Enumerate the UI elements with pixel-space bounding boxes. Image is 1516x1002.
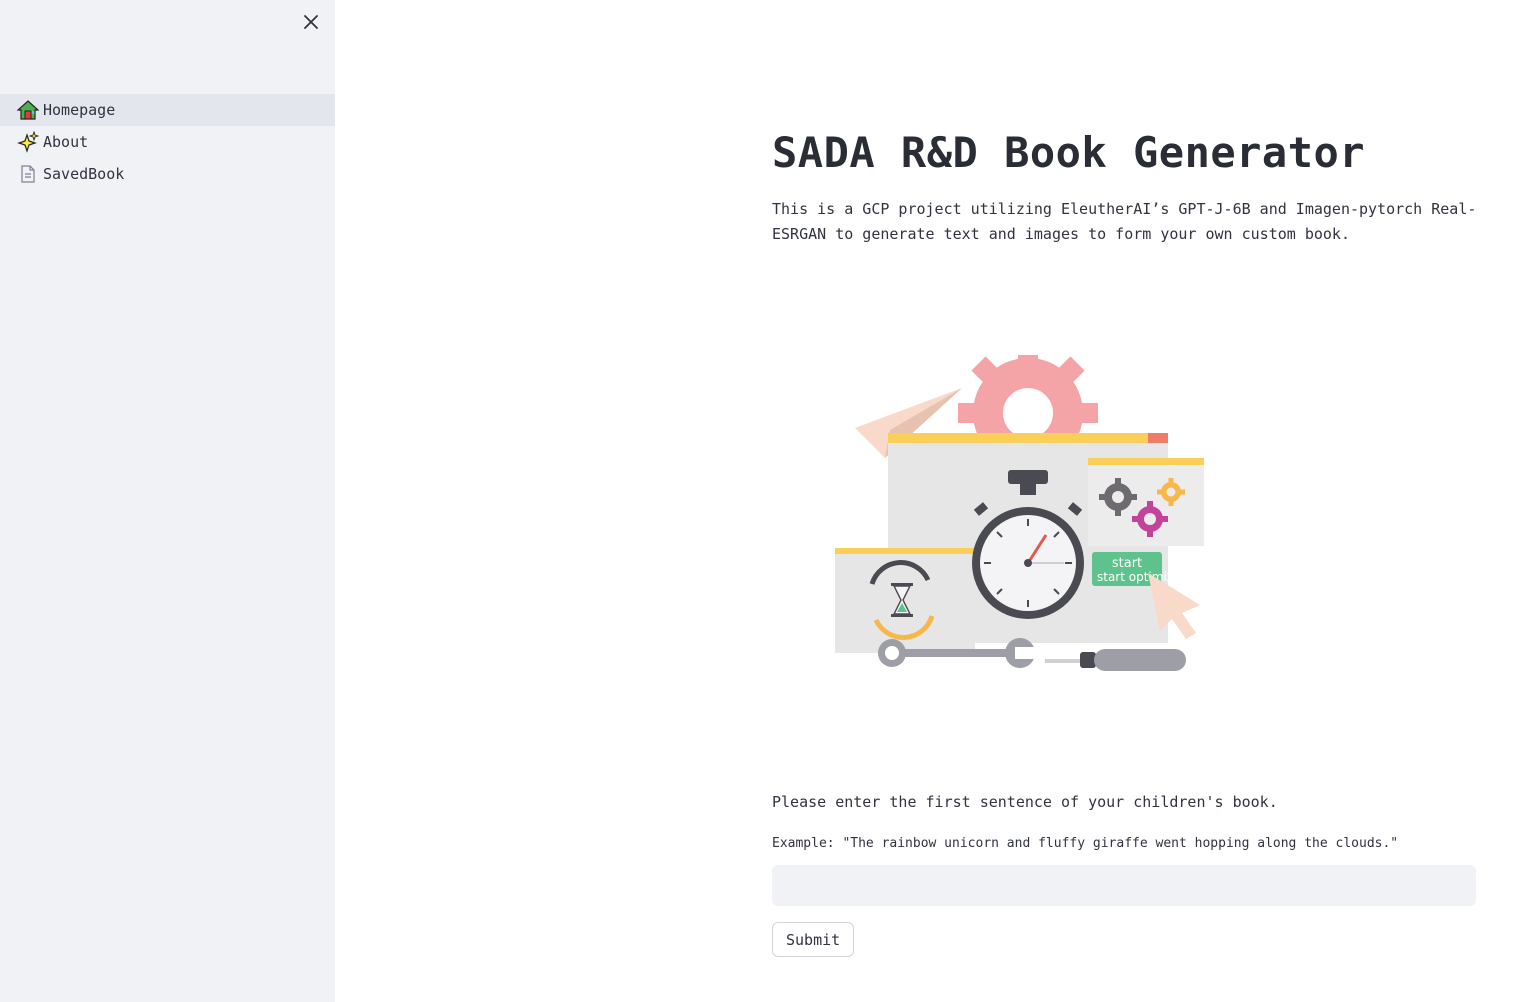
sidebar-item-label: About xyxy=(43,133,89,151)
sidebar-item-homepage[interactable]: Homepage xyxy=(0,94,335,126)
svg-text:start: start xyxy=(1112,556,1142,571)
close-icon xyxy=(304,15,318,29)
submit-button[interactable]: Submit xyxy=(772,922,855,957)
house-icon xyxy=(16,98,40,122)
optimization-illustration: start start optimiz xyxy=(835,355,1204,671)
input-example-label: Example: "The rainbow unicorn and fluffy… xyxy=(772,836,1399,851)
document-icon xyxy=(16,162,40,186)
page-title: SADA R&D Book Generator xyxy=(772,128,1366,177)
sidebar-item-savedbook[interactable]: SavedBook xyxy=(0,158,335,190)
page-description: This is a GCP project utilizing Eleuther… xyxy=(772,200,1477,243)
sidebar-nav: Homepage About SavedBook xyxy=(0,94,335,190)
first-sentence-input[interactable] xyxy=(772,865,1476,906)
sidebar-item-about[interactable]: About xyxy=(0,126,335,158)
sidebar-item-label: Homepage xyxy=(43,101,116,119)
close-sidebar-button[interactable] xyxy=(298,9,324,35)
sidebar-item-label: SavedBook xyxy=(43,165,125,183)
sparkles-icon xyxy=(16,130,40,154)
input-prompt: Please enter the first sentence of your … xyxy=(772,793,1278,811)
sidebar: Homepage About SavedBook xyxy=(0,0,335,1002)
